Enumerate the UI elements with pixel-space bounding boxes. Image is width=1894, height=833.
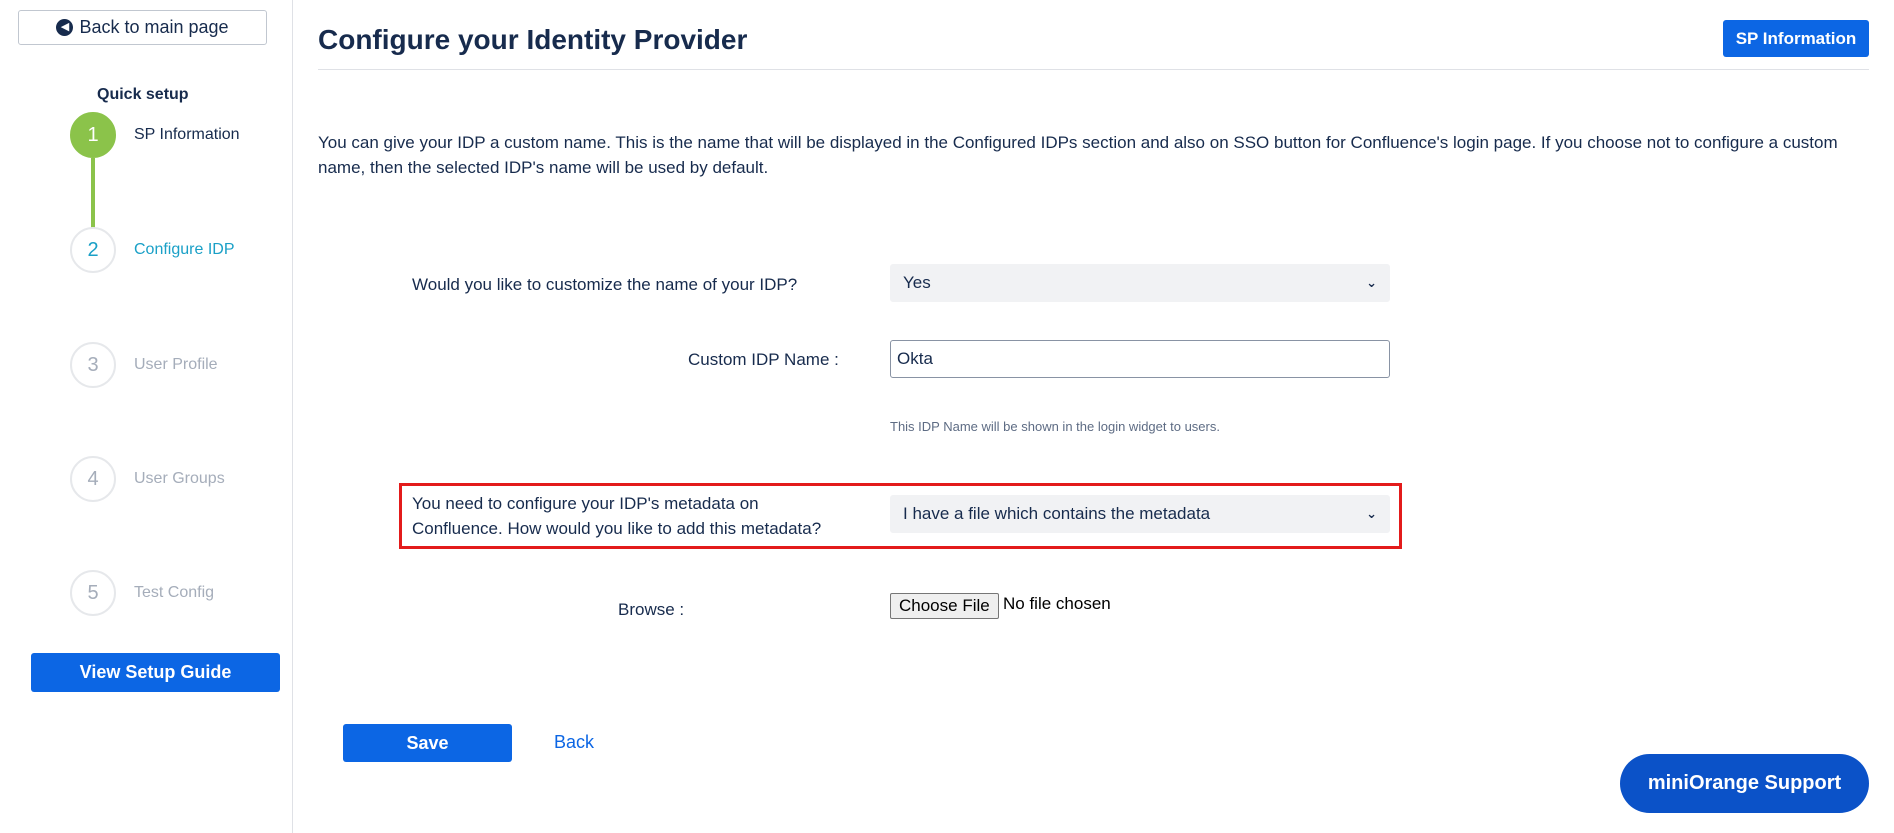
custom-idp-name-input[interactable] [890, 340, 1390, 378]
step-number: 5 [70, 570, 116, 616]
customize-name-value: Yes [903, 273, 931, 292]
step-label: User Profile [134, 356, 218, 373]
step-configure-idp[interactable]: 2 Configure IDP [70, 227, 235, 273]
chevron-down-icon: ⌄ [1366, 275, 1377, 290]
step-user-groups[interactable]: 4 User Groups [70, 456, 225, 502]
metadata-method-label: You need to configure your IDP's metadat… [412, 494, 822, 538]
choose-file-button[interactable]: Choose File [890, 593, 999, 619]
browse-label: Browse : [618, 600, 685, 619]
step-label: Configure IDP [134, 241, 235, 258]
customize-name-select[interactable]: Yes ⌄ [890, 264, 1390, 302]
chevron-down-icon: ⌄ [1366, 506, 1377, 521]
intro-text: You can give your IDP a custom name. Thi… [318, 133, 1838, 177]
step-number: 3 [70, 342, 116, 388]
back-link[interactable]: Back [554, 732, 594, 753]
step-user-profile[interactable]: 3 User Profile [70, 342, 218, 388]
step-number: 1 [70, 112, 116, 158]
step-number: 4 [70, 456, 116, 502]
step-sp-information[interactable]: 1 SP Information [70, 112, 240, 158]
arrow-left-circle-icon: ◀ [56, 19, 74, 36]
miniorange-support-button[interactable]: miniOrange Support [1620, 754, 1869, 813]
sidebar: ◀ Back to main page Quick setup 1 SP Inf… [0, 0, 293, 833]
metadata-method-select[interactable]: I have a file which contains the metadat… [890, 495, 1390, 533]
custom-idp-name-label: Custom IDP Name : [688, 350, 839, 369]
step-label: SP Information [134, 126, 240, 143]
page-title: Configure your Identity Provider [318, 24, 748, 55]
step-label: Test Config [134, 584, 215, 601]
quick-setup-title: Quick setup [97, 86, 189, 103]
app-root: ◀ Back to main page Quick setup 1 SP Inf… [0, 0, 1894, 833]
step-progress-line [91, 158, 95, 228]
step-test-config[interactable]: 5 Test Config [70, 570, 214, 616]
sp-information-button[interactable]: SP Information [1723, 20, 1869, 57]
step-label: User Groups [134, 470, 225, 487]
customize-name-label: Would you like to customize the name of … [412, 275, 798, 294]
back-to-main-button[interactable]: ◀ Back to main page [18, 10, 267, 45]
file-status-text: No file chosen [1003, 594, 1111, 613]
step-number: 2 [70, 227, 116, 273]
metadata-method-value: I have a file which contains the metadat… [903, 504, 1211, 523]
back-to-main-label: Back to main page [79, 17, 229, 37]
save-button[interactable]: Save [343, 724, 512, 762]
title-divider [318, 69, 1869, 70]
view-setup-guide-button[interactable]: View Setup Guide [31, 653, 280, 692]
custom-idp-name-hint: This IDP Name will be shown in the login… [890, 419, 1220, 434]
